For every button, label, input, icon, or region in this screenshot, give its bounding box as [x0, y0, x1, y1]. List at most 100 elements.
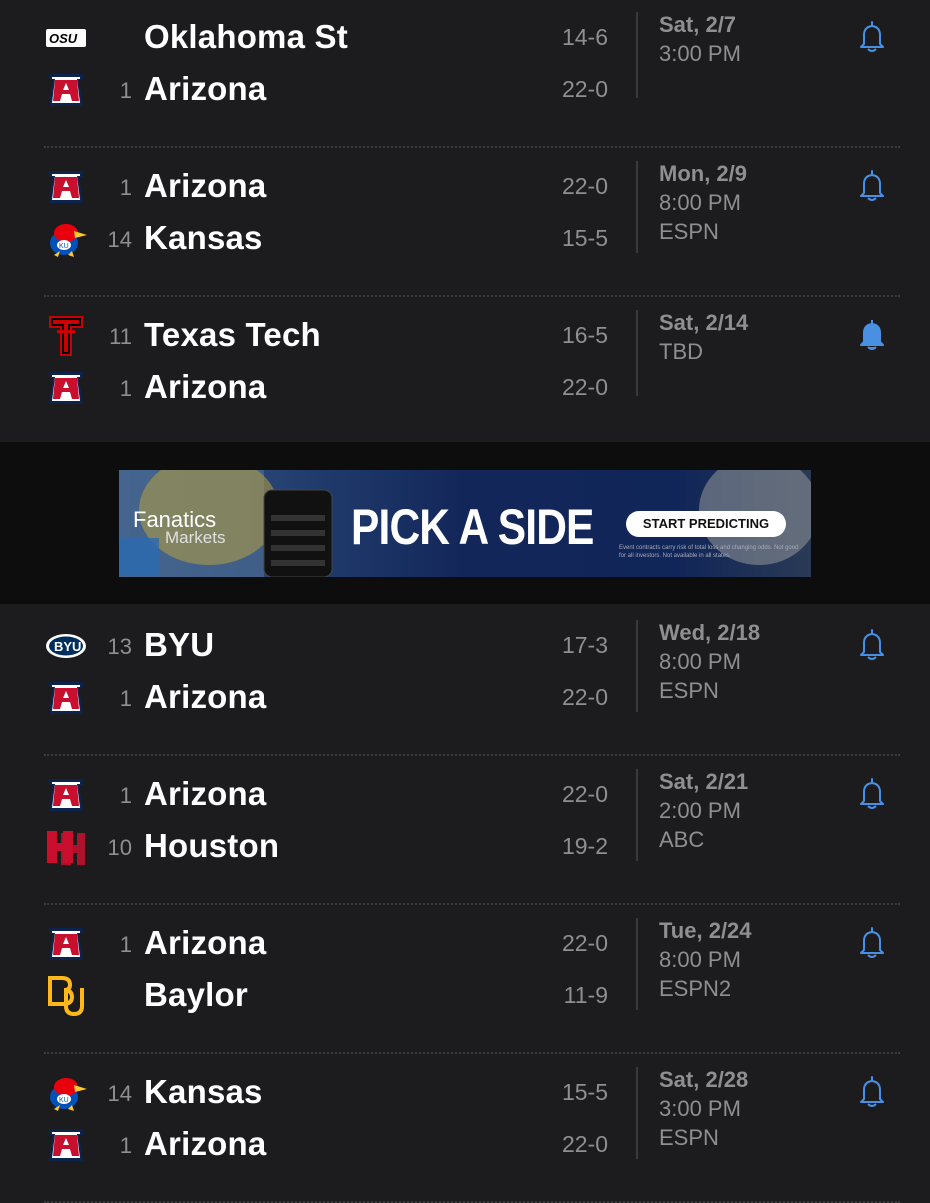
team-rank: 14	[107, 227, 132, 252]
team-name[interactable]: Oklahoma St	[144, 18, 348, 56]
team-name[interactable]: Arizona	[144, 678, 266, 716]
arizona-logo	[44, 366, 88, 410]
game-time: TBD	[659, 339, 703, 364]
team-row[interactable]: 1 Arizona 22-0	[0, 1119, 930, 1171]
team-name[interactable]: Houston	[144, 827, 279, 865]
team-name[interactable]: Kansas	[144, 219, 263, 257]
vertical-divider	[636, 769, 638, 861]
team-name[interactable]: BYU	[144, 626, 214, 664]
svg-text:KU: KU	[59, 1097, 69, 1104]
game-card[interactable]: 11 Texas Tech 16-5 1 Arizona 22-0 Sat, 2/14 TBD	[0, 304, 930, 444]
game-card[interactable]: 1 Arizona 22-0 Baylor 11-9 Tue, 2/24 8:00 PM ES…	[0, 912, 930, 1052]
team-name[interactable]: Arizona	[144, 70, 266, 108]
row-separator	[44, 295, 900, 297]
svg-text:OSU: OSU	[49, 31, 78, 46]
team-rank: 1	[119, 932, 132, 957]
team-rank: 1	[119, 686, 132, 711]
game-date: Sat, 2/7	[659, 12, 737, 37]
team-row[interactable]: 1 Arizona 22-0	[0, 362, 930, 414]
game-info: Sat, 2/21 2:00 PM ABC	[659, 767, 748, 854]
team-rank: 13	[107, 634, 132, 659]
team-row[interactable]: 1 Arizona 22-0	[0, 64, 930, 116]
game-time: 3:00 PM	[659, 1096, 741, 1121]
game-card[interactable]: OSU Oklahoma St 14-6 1 Arizona 22-0 Sat, 2/7 3:…	[0, 6, 930, 146]
bell-outline-icon[interactable]	[856, 628, 888, 662]
team-name[interactable]: Arizona	[144, 167, 266, 205]
vertical-divider	[636, 12, 638, 98]
oklahoma-state-logo: OSU	[44, 16, 88, 60]
arizona-logo	[44, 773, 88, 817]
bell-outline-icon[interactable]	[856, 1075, 888, 1109]
game-network: ESPN	[659, 678, 719, 703]
team-row[interactable]: 1 Arizona 22-0	[0, 672, 930, 724]
game-time: 8:00 PM	[659, 947, 741, 972]
game-time: 8:00 PM	[659, 190, 741, 215]
row-separator	[44, 146, 900, 148]
svg-text:BYU: BYU	[54, 639, 81, 654]
bell-outline-icon[interactable]	[856, 777, 888, 811]
team-name[interactable]: Arizona	[144, 775, 266, 813]
arizona-logo	[44, 165, 88, 209]
game-card[interactable]: 1 Arizona 22-0 KU 14 Kansas 15-5 Mon, 2/9 8:00 P…	[0, 155, 930, 295]
bell-filled-icon[interactable]	[856, 318, 888, 352]
team-record: 17-3	[561, 632, 608, 658]
bell-outline-icon[interactable]	[856, 20, 888, 54]
team-row[interactable]: BYU 13 BYU 17-3	[0, 620, 930, 672]
team-row[interactable]: 1 Arizona 22-0	[0, 161, 930, 213]
team-row[interactable]: 11 Texas Tech 16-5	[0, 310, 930, 362]
team-record: 22-0	[561, 173, 608, 199]
game-card[interactable]: 1 Arizona 22-0 10 Houston 19-2 Sat, 2/21 2:00 P…	[0, 763, 930, 903]
game-network: ESPN	[659, 219, 719, 244]
game-card[interactable]: BYU 13 BYU 17-3 1 Arizona 22-0 Wed, 2/18 8:00 PM…	[0, 614, 930, 754]
row-separator	[44, 903, 900, 905]
team-name[interactable]: Baylor	[144, 976, 248, 1014]
team-row[interactable]: KU 14 Kansas 15-5	[0, 213, 930, 265]
team-row[interactable]: 10 Houston 19-2	[0, 821, 930, 873]
team-row[interactable]: OSU Oklahoma St 14-6	[0, 12, 930, 64]
row-separator	[44, 1052, 900, 1054]
team-name[interactable]: Texas Tech	[144, 316, 321, 354]
ad-fine-print: Event contracts carry risk of total loss…	[619, 545, 799, 559]
game-time: 2:00 PM	[659, 798, 741, 823]
team-record: 19-2	[561, 833, 608, 859]
team-row[interactable]: 1 Arizona 22-0	[0, 769, 930, 821]
game-date: Sat, 2/21	[659, 769, 749, 794]
team-rank: 1	[119, 783, 132, 808]
game-info: Tue, 2/24 8:00 PM ESPN2	[659, 916, 752, 1003]
game-info: Wed, 2/18 8:00 PM ESPN	[659, 618, 760, 705]
texas-tech-logo	[44, 314, 88, 358]
team-record: 22-0	[561, 374, 608, 400]
ad-banner[interactable]: Fanatics Markets PICK A SIDE START PREDI…	[119, 470, 811, 577]
game-date: Sat, 2/14	[659, 310, 749, 335]
vertical-divider	[636, 620, 638, 712]
game-date: Mon, 2/9	[659, 161, 748, 186]
vertical-divider	[636, 310, 638, 396]
vertical-divider	[636, 918, 638, 1010]
team-record: 22-0	[561, 781, 608, 807]
vertical-divider	[636, 161, 638, 253]
game-info: Sat, 2/28 3:00 PM ESPN	[659, 1065, 748, 1152]
team-record: 11-9	[563, 982, 608, 1008]
team-name[interactable]: Arizona	[144, 1125, 266, 1163]
arizona-logo	[44, 1123, 88, 1167]
game-date: Sat, 2/28	[659, 1067, 749, 1092]
bell-outline-icon[interactable]	[856, 169, 888, 203]
team-row[interactable]: Baylor 11-9	[0, 970, 930, 1022]
team-row[interactable]: KU 14 Kansas 15-5	[0, 1067, 930, 1119]
team-name[interactable]: Arizona	[144, 924, 266, 962]
svg-text:KU: KU	[59, 243, 69, 250]
team-row[interactable]: 1 Arizona 22-0	[0, 918, 930, 970]
game-date: Tue, 2/24	[659, 918, 752, 943]
team-rank: 11	[109, 324, 132, 349]
team-rank: 10	[107, 835, 132, 860]
team-rank: 1	[119, 376, 132, 401]
team-name[interactable]: Arizona	[144, 368, 266, 406]
game-network: ESPN	[659, 1125, 719, 1150]
team-record: 16-5	[561, 322, 608, 348]
team-record: 22-0	[561, 684, 608, 710]
ad-cta-button[interactable]: START PREDICTING	[626, 511, 786, 537]
bell-outline-icon[interactable]	[856, 926, 888, 960]
game-card[interactable]: KU 14 Kansas 15-5 1 Arizona 22-0 Sat, 2/28 3:00 …	[0, 1061, 930, 1201]
team-name[interactable]: Kansas	[144, 1073, 263, 1111]
game-date: Wed, 2/18	[659, 620, 761, 645]
